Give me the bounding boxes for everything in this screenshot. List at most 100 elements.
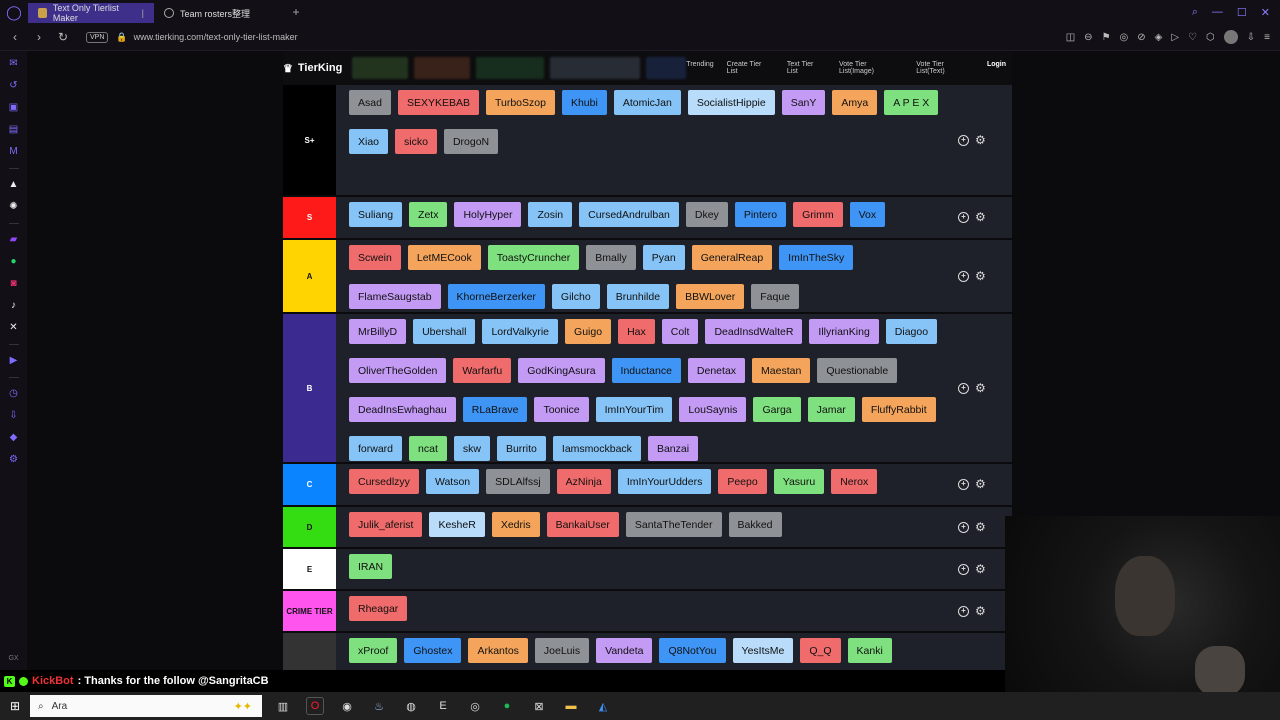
tier-item[interactable]: Banzai [647,436,699,461]
tier-label[interactable]: S+ [283,85,336,195]
tier-item[interactable]: Brunhilde [606,284,670,309]
tier-item[interactable]: Faque [751,284,800,309]
tier-item[interactable]: Gilcho [551,284,600,309]
gear-icon[interactable]: ⚙ [975,521,986,533]
tier-item[interactable]: Denetax [687,358,746,383]
site-logo[interactable]: ♛ TierKing [283,62,342,75]
tier-item[interactable]: SEXYKEBAB [397,90,479,115]
opera-logo-icon[interactable]: ◯ [0,0,28,24]
tier-item[interactable]: GeneralReap [691,245,773,270]
tier-label[interactable]: D [283,507,336,547]
shield-icon[interactable]: ◈ [1155,32,1163,43]
tier-item[interactable]: Toonice [534,397,589,422]
messenger-icon[interactable]: ✉ [8,58,20,70]
tab-tierlist[interactable]: Text Only Tierlist Maker | [28,3,154,23]
tier-item[interactable]: LordValkyrie [482,319,559,344]
tier-item[interactable]: Maestan [752,358,811,383]
tier-item[interactable]: YesItsMe [732,638,794,663]
tier-item[interactable]: AzNinja [556,469,611,494]
tier-item[interactable]: Zosin [528,202,573,227]
tier-item[interactable]: Bakked [728,512,782,537]
clock-icon[interactable]: ◷ [8,388,20,400]
tier-item[interactable]: Ghostex [404,638,462,663]
login-link[interactable]: Login [987,61,1006,75]
tier-item[interactable]: Inductance [611,358,681,383]
x-icon[interactable]: ✕ [8,322,20,334]
tab-team-rosters[interactable]: Team rosters整理 [154,3,280,23]
vpn-badge[interactable]: VPN [86,31,109,43]
reload-icon[interactable]: ↻ [54,30,72,44]
tier-label[interactable]: CRIME TIER [283,591,336,631]
add-item-icon[interactable]: + [958,521,969,533]
tier-item[interactable]: Guigo [565,319,612,344]
tier-item[interactable]: Hax [618,319,655,344]
tier-item[interactable]: Xiao [349,129,389,154]
tier-item[interactable]: Zetx [409,202,448,227]
tier-item[interactable]: skw [453,436,490,461]
cube-icon[interactable]: ◆ [8,432,20,444]
chatgpt-icon[interactable]: ✺ [8,201,20,213]
settings-icon[interactable]: ⚙ [8,454,20,466]
nav-text-tier-list[interactable]: Text Tier List [787,61,826,75]
tier-item[interactable]: Nerox [831,469,878,494]
tier-item[interactable]: HolyHyper [454,202,522,227]
history-icon[interactable]: ↺ [8,80,20,92]
tier-item[interactable]: Grimm [793,202,843,227]
avatar[interactable] [1223,30,1238,44]
capcut-icon[interactable]: ⊠ [530,697,548,715]
tier-item[interactable]: FluffyRabbit [861,397,936,422]
add-item-icon[interactable]: + [958,605,969,617]
tier-item[interactable]: Colt [661,319,699,344]
tier-item[interactable]: Suliang [349,202,403,227]
tier-item[interactable]: Yasuru [773,469,825,494]
add-item-icon[interactable]: + [958,563,969,575]
tier-item[interactable]: Amya [832,90,878,115]
tier-item[interactable]: IRAN [349,554,393,579]
tier-item[interactable]: FlameSaugstab [349,284,441,309]
zoom-icon[interactable]: ⊖ [1084,32,1092,43]
tier-item[interactable]: MrBillyD [349,319,407,344]
tier-item[interactable]: SantaTheTender [625,512,722,537]
tier-item[interactable]: AtomicJan [613,90,681,115]
tier-item[interactable]: ImInYourUdders [617,469,712,494]
tier-item[interactable]: Jamar [807,397,855,422]
tier-item[interactable]: Ubershall [413,319,476,344]
tier-label[interactable]: E [283,549,336,589]
tier-item[interactable]: BankaiUser [546,512,619,537]
aria-icon[interactable]: ▲ [8,179,20,191]
add-item-icon[interactable]: + [958,212,969,223]
tier-item[interactable]: Peepo [718,469,767,494]
tier-item[interactable]: Garga [753,397,801,422]
tier-item[interactable]: Pintero [734,202,787,227]
bookmark-icon[interactable]: ⚑ [1102,32,1111,43]
tier-item[interactable]: SocialistHippie [687,90,775,115]
tier-item[interactable]: Watson [425,469,480,494]
tier-item[interactable]: xProof [349,638,398,663]
whatsapp-icon[interactable]: ● [8,256,20,268]
add-item-icon[interactable]: + [958,479,969,490]
tier-label[interactable]: S [283,197,336,238]
play-icon[interactable]: ▷ [1171,32,1179,43]
tier-item[interactable]: Khubi [561,90,607,115]
tier-item[interactable]: Vandeta [596,638,653,663]
tier-item[interactable]: TurboSzop [485,90,555,115]
player-icon[interactable]: ▶ [8,355,20,367]
tier-item[interactable]: forward [349,436,403,461]
epic-games-icon[interactable]: E [434,697,452,715]
tier-item[interactable]: DeadInsdWalteR [705,319,803,344]
tier-item[interactable]: Diagoo [885,319,938,344]
tier-item[interactable]: Scwein [349,245,401,270]
steam-icon[interactable]: ♨ [370,697,388,715]
close-icon[interactable]: | [142,8,144,18]
opera-gx-icon[interactable]: O [306,697,324,715]
task-view-icon[interactable]: ▥ [274,697,292,715]
tier-item[interactable]: SanY [781,90,826,115]
add-item-icon[interactable]: + [958,382,969,394]
windows-start-icon[interactable]: ⊞ [0,699,30,713]
tier-item[interactable]: Pyan [642,245,685,270]
search-icon[interactable]: ⌕ [1192,6,1198,19]
forward-icon[interactable]: › [30,30,48,44]
tier-item[interactable]: Dkey [685,202,728,227]
gear-icon[interactable]: ⚙ [975,605,986,617]
tier-item[interactable]: Questionable [817,358,898,383]
